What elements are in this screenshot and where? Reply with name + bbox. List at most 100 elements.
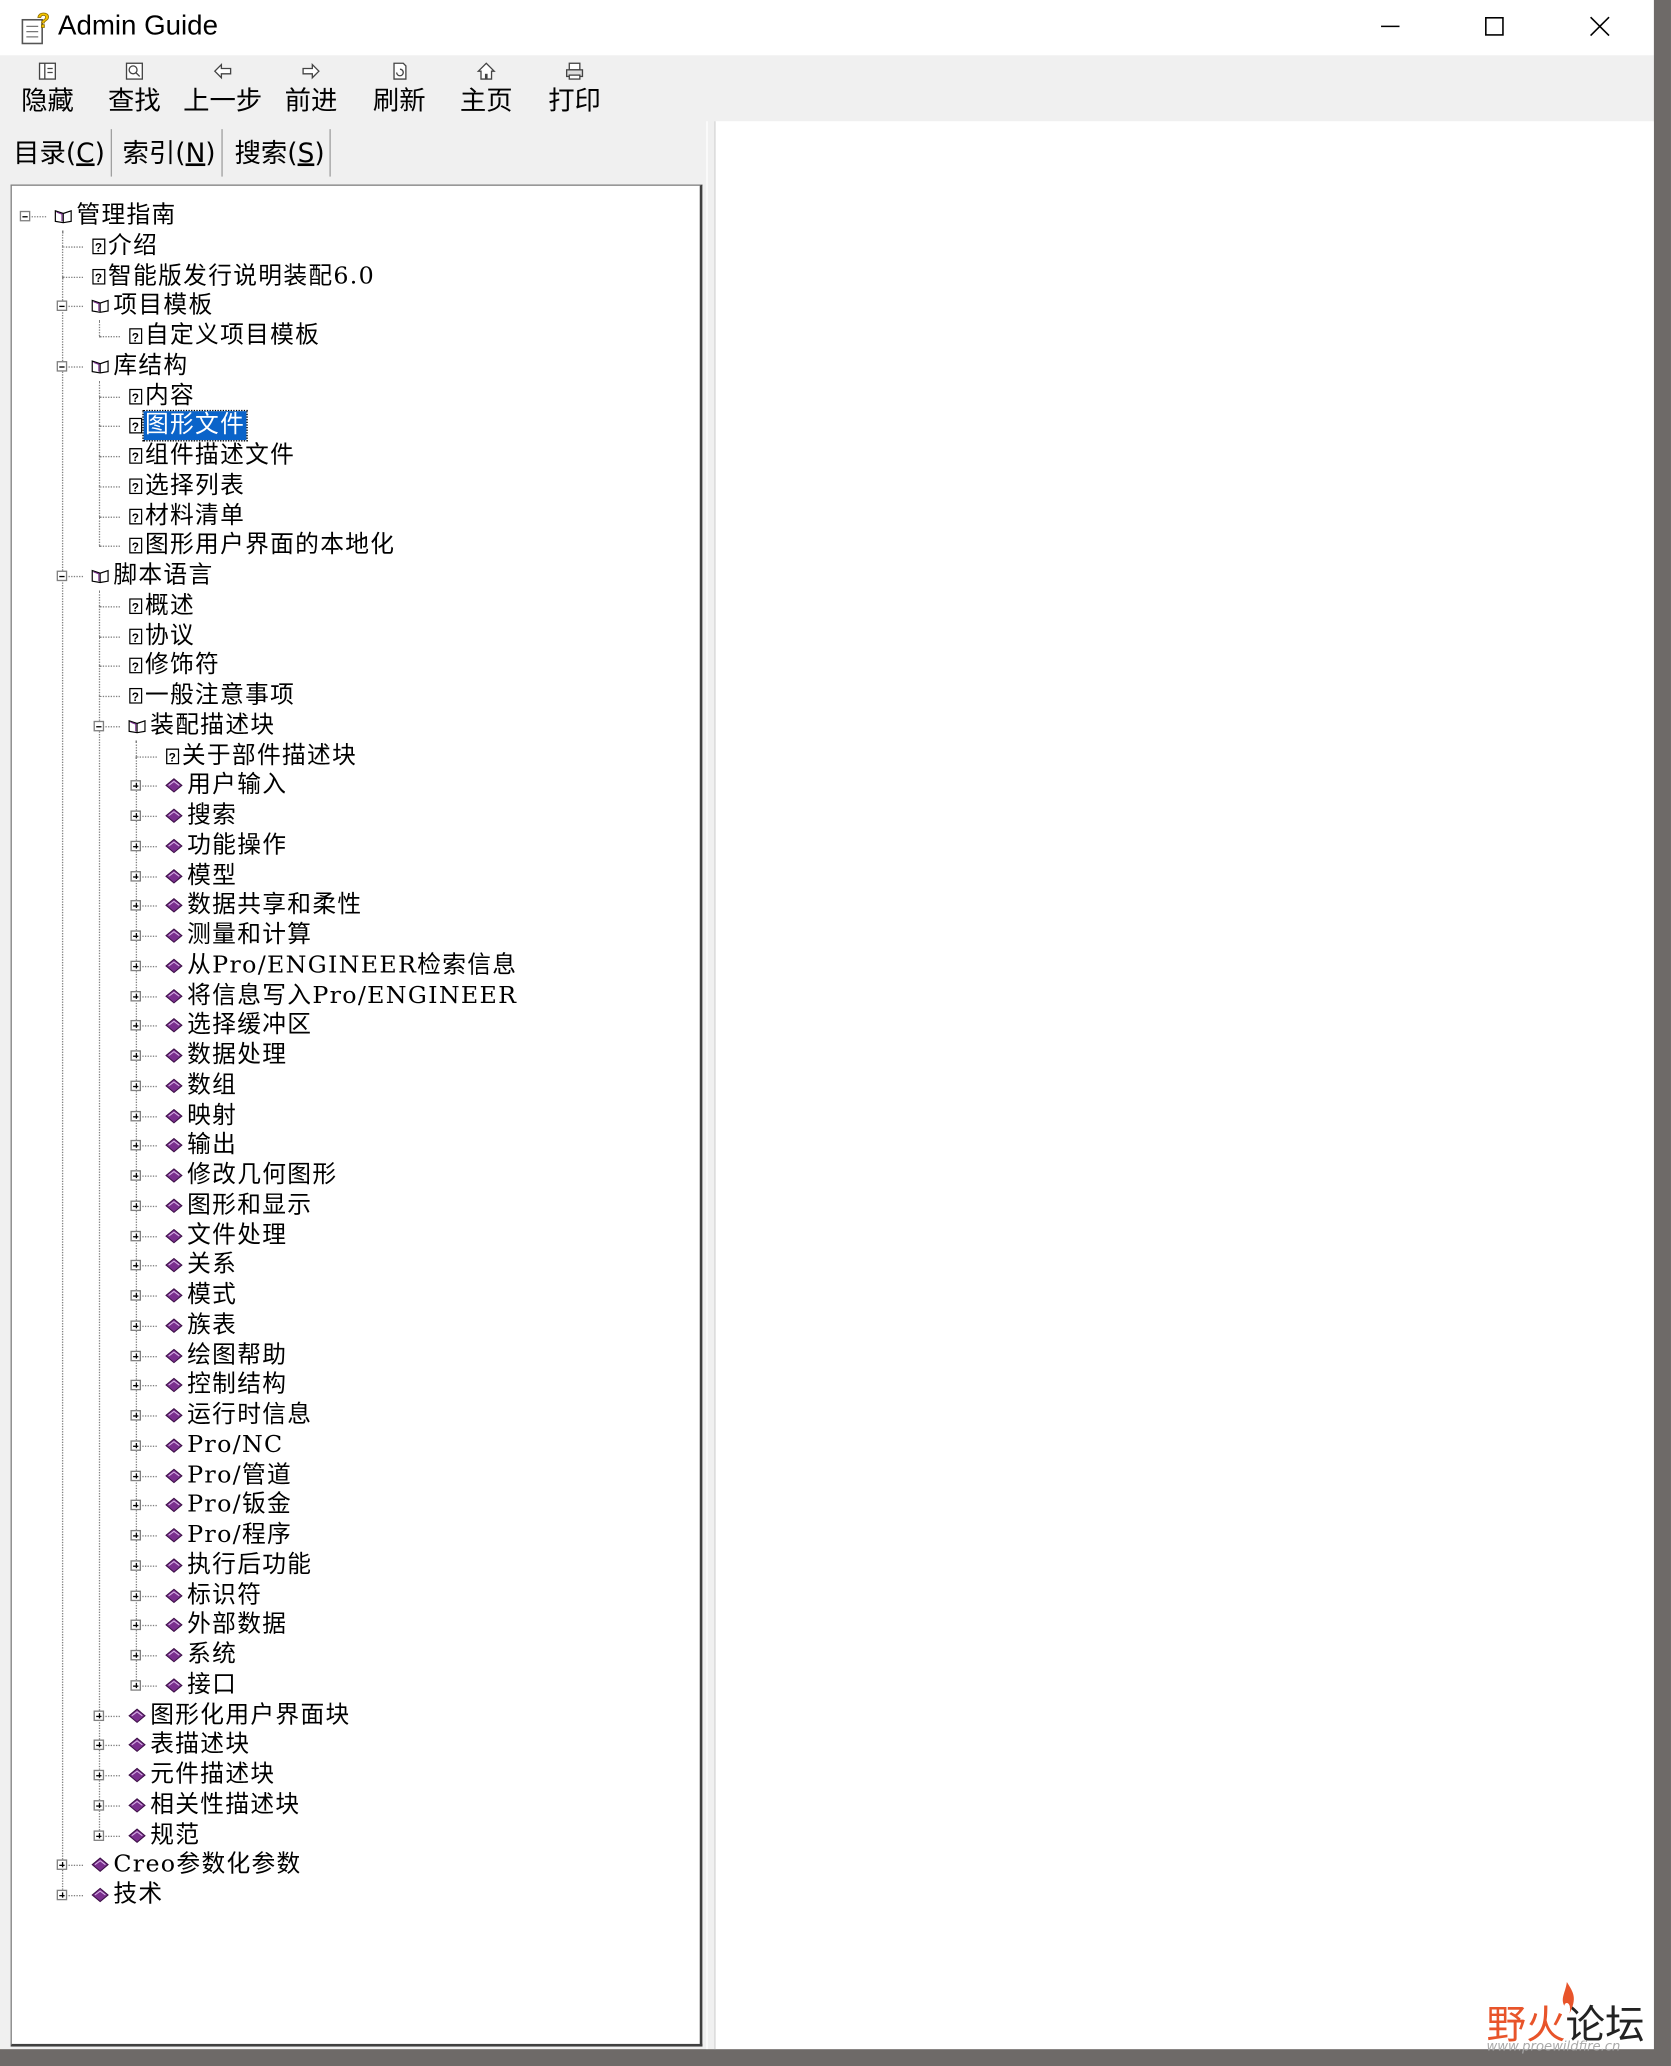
tree-item[interactable]: Pro/管道 [165, 1461, 294, 1490]
close-button[interactable] [1548, 0, 1651, 53]
tree-item[interactable]: 用户输入 [165, 771, 289, 800]
expand-toggle-icon[interactable] [130, 1230, 142, 1241]
tree-item[interactable]: Creo参数化参数 [91, 1851, 303, 1880]
expand-toggle-icon[interactable] [93, 1799, 105, 1811]
expand-toggle-icon[interactable] [130, 930, 142, 941]
tree-item[interactable]: 从Pro/ENGINEER检索信息 [165, 951, 519, 980]
tree-item[interactable]: 模型 [165, 861, 239, 890]
tree-item[interactable]: 标识符 [165, 1581, 264, 1610]
tree-item[interactable]: 执行后功能 [165, 1551, 314, 1580]
tree-item[interactable]: 元件描述块 [128, 1761, 277, 1790]
tree-item[interactable]: 数据共享和柔性 [165, 891, 364, 920]
expand-toggle-icon[interactable] [130, 840, 142, 851]
tab-contents[interactable]: 目录(C) [8, 129, 112, 177]
expand-toggle-icon[interactable] [130, 870, 142, 881]
tree-item[interactable]: ? 内容 [128, 382, 197, 411]
expand-toggle-icon[interactable] [130, 1020, 142, 1031]
collapse-toggle-icon[interactable] [93, 720, 105, 732]
tree-item[interactable]: 系统 [165, 1641, 239, 1670]
expand-toggle-icon[interactable] [130, 1529, 142, 1541]
tree-item[interactable]: 模式 [165, 1281, 239, 1310]
topic-content-pane[interactable] [714, 121, 1654, 2050]
tree-item[interactable]: 接口 [165, 1671, 239, 1700]
expand-toggle-icon[interactable] [130, 1470, 142, 1481]
tree-item[interactable]: ? 关于部件描述块 [165, 741, 359, 770]
tree-item[interactable]: ? 概述 [128, 591, 197, 620]
tree-item[interactable]: Pro/NC [165, 1431, 285, 1460]
expand-toggle-icon[interactable] [130, 900, 142, 911]
print-button[interactable]: 打印 [531, 58, 618, 121]
expand-toggle-icon[interactable] [130, 1290, 142, 1301]
expand-toggle-icon[interactable] [130, 1050, 142, 1061]
tree-item[interactable]: 外部数据 [165, 1611, 289, 1640]
expand-toggle-icon[interactable] [130, 960, 142, 971]
title-bar[interactable]: ? Admin Guide [0, 0, 1654, 56]
expand-toggle-icon[interactable] [130, 1679, 142, 1691]
expand-toggle-icon[interactable] [93, 1739, 105, 1751]
tree-item[interactable]: 搜索 [165, 801, 239, 830]
expand-toggle-icon[interactable] [130, 1410, 142, 1421]
expand-toggle-icon[interactable] [93, 1769, 105, 1781]
maximize-button[interactable] [1443, 0, 1546, 53]
tree-item[interactable]: Pro/程序 [165, 1521, 294, 1550]
expand-toggle-icon[interactable] [130, 810, 142, 821]
expand-toggle-icon[interactable] [130, 1080, 142, 1091]
tree-item[interactable]: 映射 [165, 1101, 239, 1130]
tree-item[interactable]: 数组 [165, 1071, 239, 1100]
minimize-button[interactable] [1339, 0, 1442, 53]
tree-item[interactable]: ? 图形用户界面的本地化 [128, 531, 397, 560]
tree-item[interactable]: ? 材料清单 [128, 501, 247, 530]
expand-toggle-icon[interactable] [130, 1649, 142, 1661]
tree-item[interactable]: 规范 [128, 1821, 202, 1850]
tree-item[interactable]: 相关性描述块 [128, 1791, 302, 1820]
expand-toggle-icon[interactable] [130, 1110, 142, 1121]
tree-item[interactable]: 将信息写入Pro/ENGINEER [165, 981, 519, 1010]
collapse-toggle-icon[interactable] [56, 570, 68, 582]
tree-item[interactable]: 修改几何图形 [165, 1161, 339, 1190]
tab-index[interactable]: 索引(N) [117, 129, 223, 177]
tree-item[interactable]: 技术 [91, 1881, 165, 1910]
collapse-toggle-icon[interactable] [56, 300, 68, 312]
tree-item[interactable]: 控制结构 [165, 1371, 289, 1400]
tree-item[interactable]: ? 组件描述文件 [128, 441, 297, 470]
expand-toggle-icon[interactable] [93, 1829, 105, 1841]
tree-item[interactable]: 运行时信息 [165, 1401, 314, 1430]
refresh-button[interactable]: 刷新 [356, 58, 443, 121]
tree-item[interactable]: ? 自定义项目模板 [128, 322, 322, 351]
tab-search[interactable]: 搜索(S) [229, 129, 332, 177]
hide-button[interactable]: 隐藏 [4, 58, 91, 121]
expand-toggle-icon[interactable] [130, 1440, 142, 1451]
tree-item[interactable]: ? 介绍 [91, 232, 160, 261]
expand-toggle-icon[interactable] [130, 990, 142, 1001]
tree-item[interactable]: ? 协议 [128, 621, 197, 650]
tree-item[interactable]: 绘图帮助 [165, 1341, 289, 1370]
tree-item[interactable]: 测量和计算 [165, 921, 314, 950]
collapse-toggle-icon[interactable] [56, 360, 68, 372]
tree-item[interactable]: 图形化用户界面块 [128, 1701, 352, 1730]
tree-item[interactable]: 项目模板 [91, 292, 215, 321]
expand-toggle-icon[interactable] [130, 1200, 142, 1211]
tree-item[interactable]: 功能操作 [165, 831, 289, 860]
expand-toggle-icon[interactable] [130, 780, 142, 792]
expand-toggle-icon[interactable] [130, 1559, 142, 1571]
tree-item[interactable]: 选择缓冲区 [165, 1011, 314, 1040]
tree-item[interactable]: ? 修饰符 [128, 651, 222, 680]
expand-toggle-icon[interactable] [130, 1619, 142, 1631]
tree-item[interactable]: 输出 [165, 1131, 239, 1160]
expand-toggle-icon[interactable] [130, 1380, 142, 1391]
tree-item[interactable]: 数据处理 [165, 1041, 289, 1070]
back-button[interactable]: 上一步 [179, 58, 266, 121]
collapse-toggle-icon[interactable] [19, 210, 31, 222]
expand-toggle-icon[interactable] [130, 1140, 142, 1151]
tree-item-selected[interactable]: ? 图形文件 [128, 410, 248, 442]
tree-item[interactable]: ? 一般注意事项 [128, 681, 297, 710]
tree-item[interactable]: ? 智能版发行说明装配6.0 [91, 262, 376, 291]
tree-item[interactable]: ? 选择列表 [128, 471, 247, 500]
expand-toggle-icon[interactable] [130, 1260, 142, 1271]
tree-item[interactable]: 装配描述块 [128, 711, 277, 740]
tree-item[interactable]: 图形和显示 [165, 1191, 314, 1220]
expand-toggle-icon[interactable] [56, 1859, 68, 1871]
contents-tree-panel[interactable]: 管理指南? 介绍? 智能版发行说明装配6.0 项目模板? 自定义项目模板 库结构? 内容? 图… [10, 184, 703, 2047]
expand-toggle-icon[interactable] [130, 1589, 142, 1601]
tree-item[interactable]: 表描述块 [128, 1731, 252, 1760]
